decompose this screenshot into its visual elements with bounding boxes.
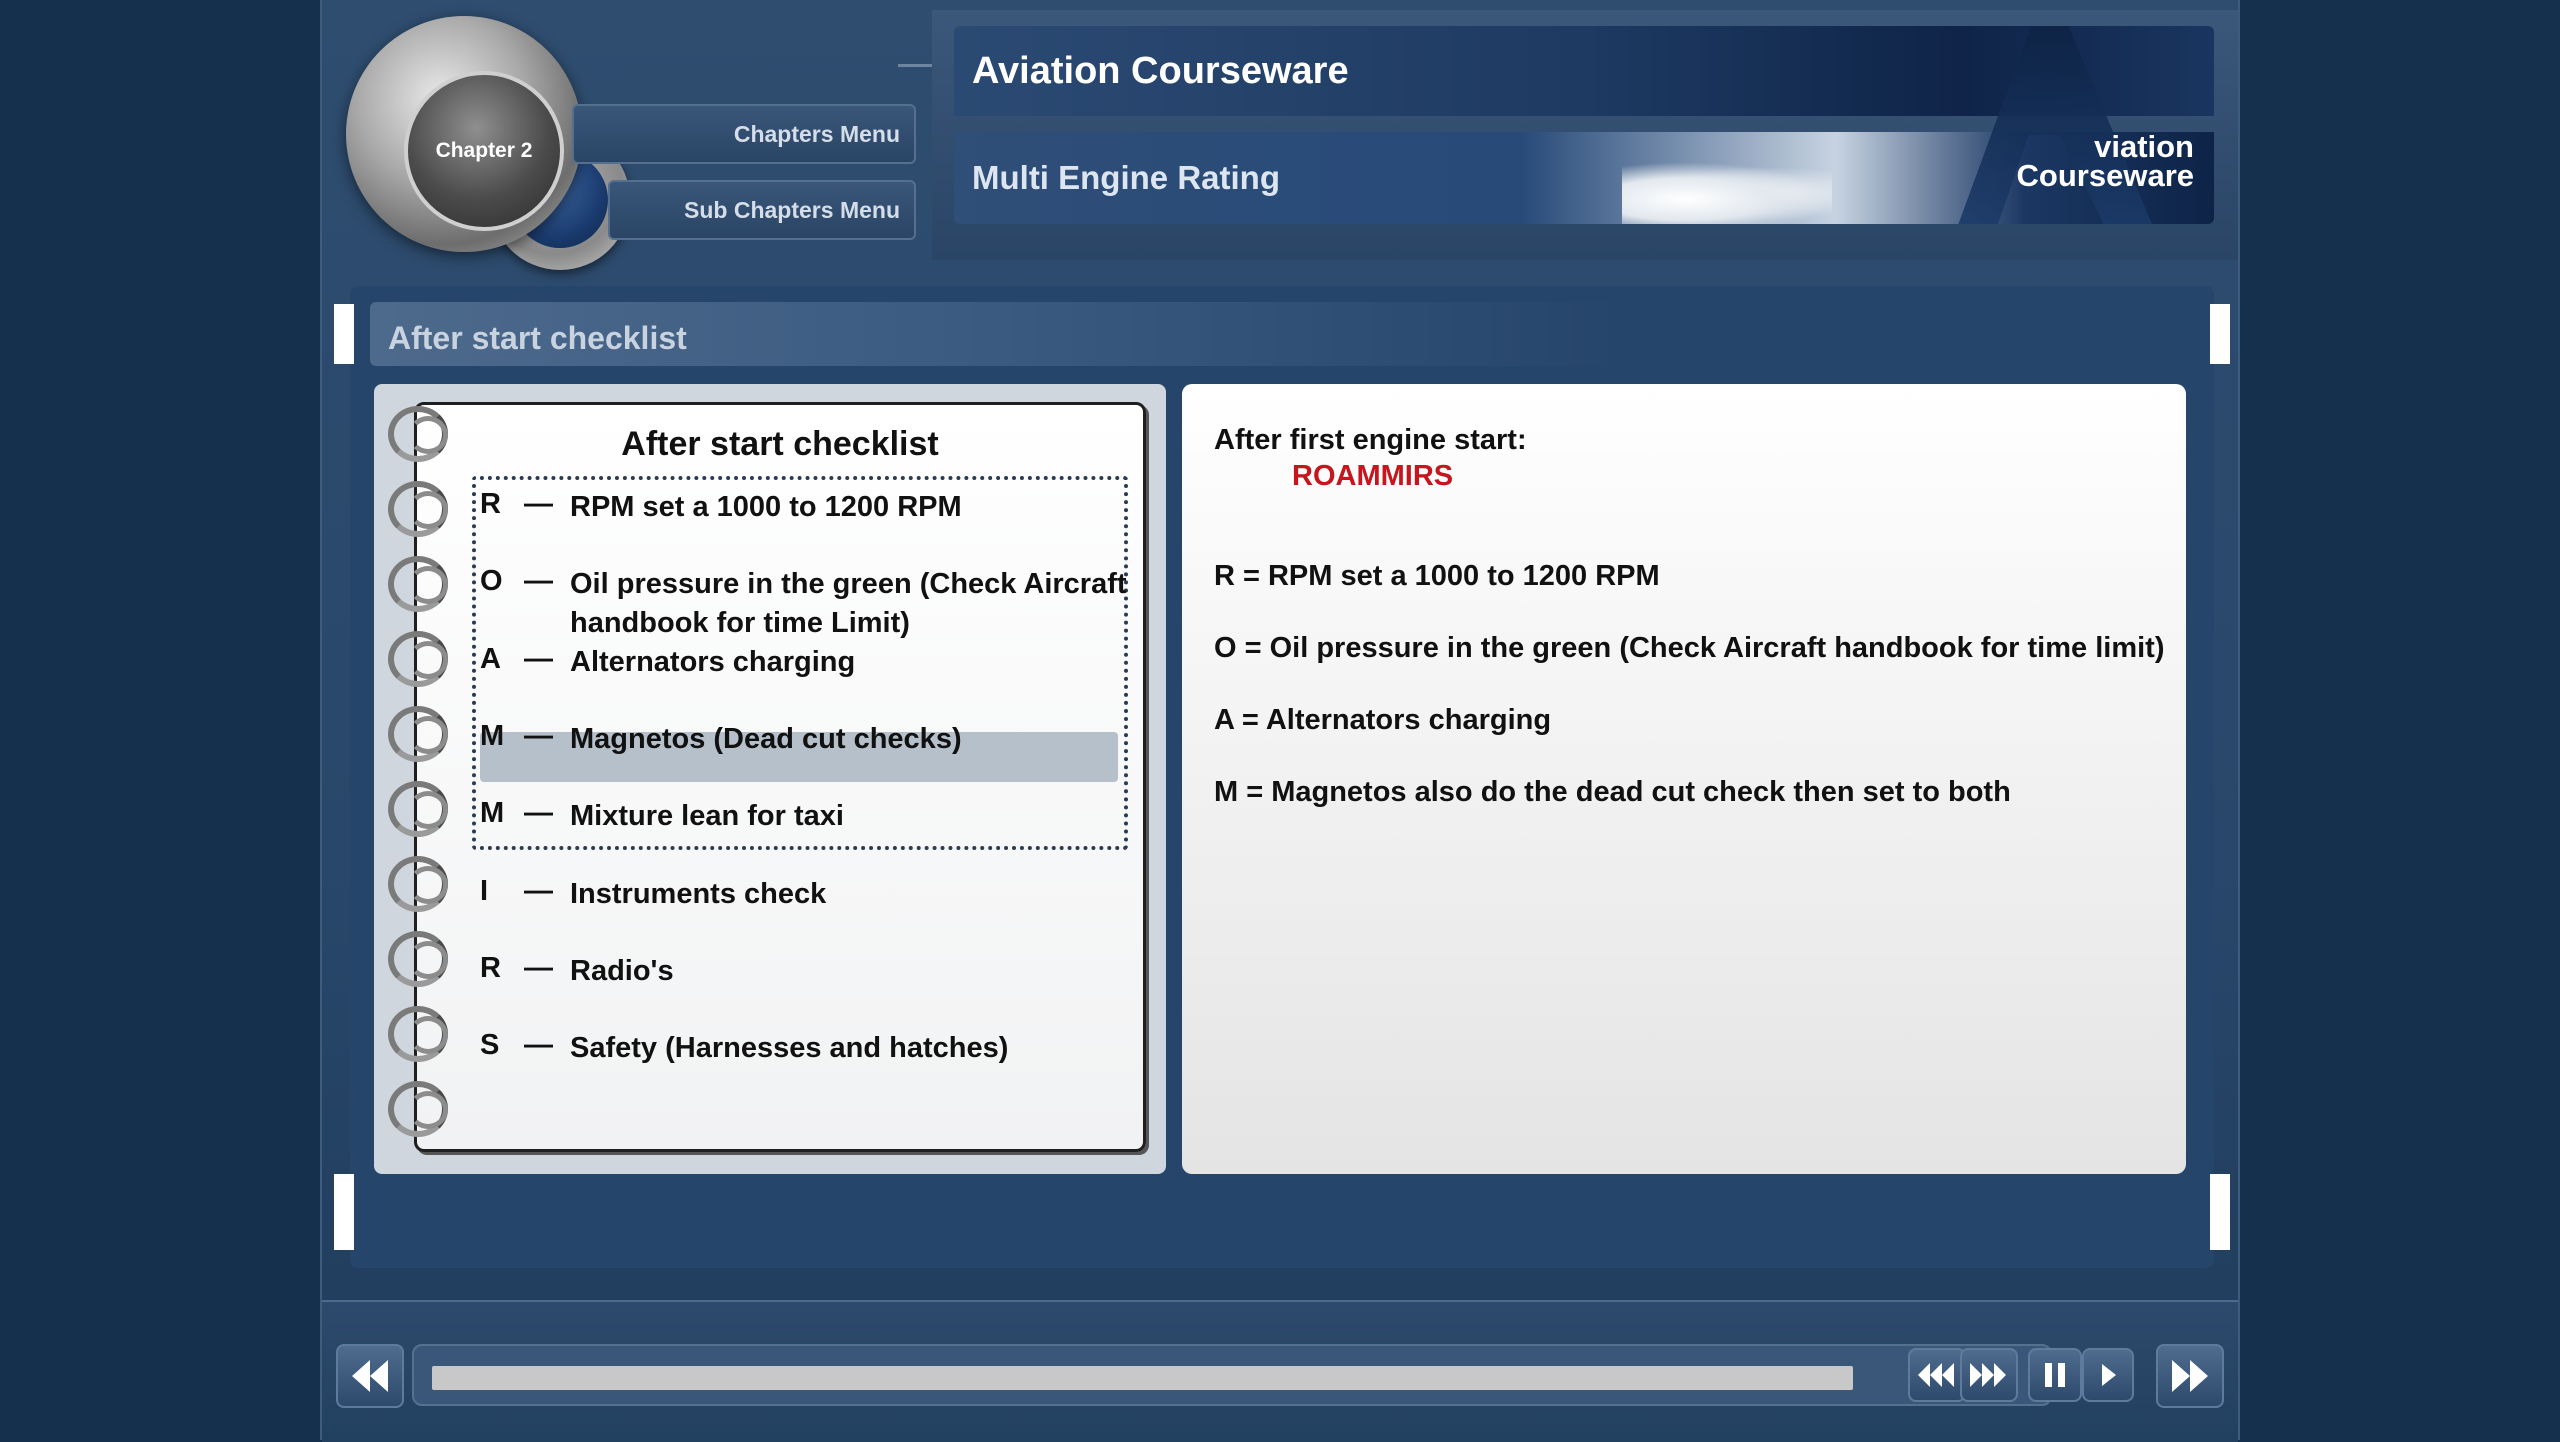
binder-ring (384, 702, 456, 764)
item-text: RPM set a 1000 to 1200 RPM (570, 491, 962, 523)
checklist-notebook: After start checklist R — RPM set a 1000… (374, 384, 1166, 1174)
item-letter: R (480, 488, 501, 520)
progress-track[interactable] (412, 1344, 2052, 1406)
ring-inner (408, 866, 448, 904)
item-dash: — (524, 643, 553, 675)
binder-ring (384, 1002, 456, 1064)
frame-accent (2210, 304, 2230, 364)
header-banner: Aviation Courseware Multi Engine Rating … (932, 10, 2238, 260)
item-letter: S (480, 1029, 500, 1061)
binder-ring (384, 927, 456, 989)
double-right-arrow-icon (2172, 1360, 2208, 1392)
item-text: Safety (Harnesses and hatches) (570, 1032, 1009, 1064)
item-text: Mixture lean for taxi (570, 800, 844, 832)
item-dash: — (524, 797, 553, 829)
binder-ring (384, 552, 456, 614)
ring-inner (408, 791, 448, 829)
sub-chapters-menu-button[interactable]: Sub Chapters Menu (608, 180, 916, 240)
ring-inner (408, 1091, 448, 1129)
notebook-title: After start checklist (621, 425, 939, 463)
binder-ring (384, 1077, 456, 1139)
ring-inner (408, 491, 448, 529)
content-panel: After start checklist After start checkl… (334, 286, 2230, 1268)
item-text: Alternators charging (570, 646, 856, 678)
frame-accent (334, 304, 354, 364)
explanation-panel: After first engine start: ROAMMIRS R = R… (1182, 384, 2186, 1174)
binder-ring (384, 402, 456, 464)
play-button[interactable] (2082, 1348, 2134, 1402)
ring-inner (408, 941, 448, 979)
binder-ring (384, 627, 456, 689)
info-line: O = Oil pressure in the green (Check Air… (1214, 632, 2165, 664)
play-icon (2102, 1364, 2116, 1386)
item-letter: R (480, 952, 501, 984)
mnemonic: ROAMMIRS (1292, 460, 1454, 492)
logo-text: viation Courseware (2016, 129, 2194, 193)
next-page-button[interactable] (2156, 1344, 2224, 1408)
pause-button[interactable] (2028, 1348, 2082, 1402)
binder-ring (384, 777, 456, 839)
logo-line-2: Courseware (2016, 158, 2194, 193)
item-letter: M (480, 720, 505, 752)
player-bar (322, 1300, 2238, 1442)
chapter-badge-label: Chapter 2 (404, 71, 564, 231)
binder-ring (384, 477, 456, 539)
ring-inner (408, 716, 448, 754)
previous-page-button[interactable] (336, 1344, 404, 1408)
info-line: R = RPM set a 1000 to 1200 RPM (1214, 560, 1660, 592)
ring-inner (408, 641, 448, 679)
spiral-binding (384, 402, 470, 1162)
section-title: After start checklist (370, 302, 1620, 366)
item-dash: — (524, 565, 553, 597)
ring-inner (408, 566, 448, 604)
item-letter: M (480, 797, 505, 829)
item-text: Radio's (570, 955, 674, 987)
item-dash: — (524, 488, 553, 520)
double-left-arrow-icon (352, 1360, 388, 1392)
info-line: A = Alternators charging (1214, 704, 1552, 736)
info-line: M = Magnetos also do the dead cut check … (1214, 776, 2011, 808)
pause-icon (2045, 1363, 2065, 1387)
item-text: Magnetos (Dead cut checks) (570, 723, 962, 755)
item-text: Oil pressure in the green (Check Aircraf… (570, 568, 1127, 639)
fast-forward-icon (1970, 1363, 2006, 1387)
fast-forward-button[interactable] (1960, 1348, 2018, 1402)
item-letter: O (480, 565, 503, 597)
item-text: Instruments check (570, 878, 827, 910)
frame-accent (334, 1174, 354, 1250)
logo-line-1: viation (2094, 129, 2194, 164)
item-letter: I (480, 875, 489, 907)
item-dash: — (524, 952, 553, 984)
ring-inner (408, 416, 448, 454)
chapter-badge[interactable]: Chapter 2 (346, 16, 582, 252)
item-dash: — (524, 875, 553, 907)
progress-fill (432, 1366, 1853, 1390)
courseware-window: _ ▭ X Chapter 2 Chapters Menu Sub Chapte… (320, 0, 2240, 1442)
info-heading: After first engine start: (1214, 424, 1527, 456)
frame-accent (2210, 1174, 2230, 1250)
rewind-button[interactable] (1908, 1348, 1966, 1402)
chapters-menu-button[interactable]: Chapters Menu (572, 104, 916, 164)
binder-ring (384, 852, 456, 914)
item-letter: A (480, 643, 501, 675)
rewind-icon (1918, 1363, 1954, 1387)
cloud-graphic (1622, 162, 1832, 224)
ring-inner (408, 1016, 448, 1054)
item-dash: — (524, 720, 553, 752)
item-dash: — (524, 1029, 553, 1061)
